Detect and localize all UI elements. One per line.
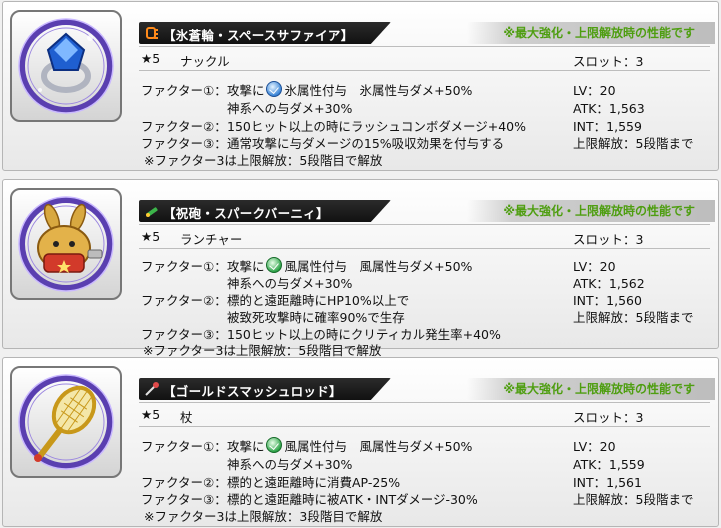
factor1-label: ファクター①：	[141, 259, 227, 274]
factor1-prefix: 攻撃に	[227, 439, 265, 454]
weapon-type: 杖	[180, 410, 193, 425]
knuckle-icon	[146, 27, 158, 39]
item-icon-frame	[10, 188, 122, 300]
factor1-text: 攻撃に 氷属性付与 氷属性与ダメ+50%	[227, 80, 472, 99]
divider	[139, 70, 710, 71]
stat-atk: ATK：1,563	[573, 101, 645, 116]
max-enhance-note: ※最大強化・上限解放時の性能です	[467, 378, 715, 400]
limit-break: 上限解放：5段階まで	[573, 310, 694, 325]
item-title-bar: 【氷蒼輪・スペースサファイア】	[139, 22, 391, 44]
rarity: ★5	[141, 229, 161, 244]
rarity: ★5	[141, 51, 161, 66]
factor1-line2: 神系への与ダメ+30%	[227, 457, 353, 472]
item-title-bar: 【ゴールドスマッシュロッド】	[139, 378, 391, 400]
item-title: 【氷蒼輪・スペースサファイア】	[163, 28, 354, 43]
wind-element-icon	[265, 437, 282, 453]
max-enhance-note: ※最大強化・上限解放時の性能です	[467, 200, 715, 222]
slot-count: スロット：3	[573, 232, 644, 247]
factor1-label: ファクター①：	[141, 83, 227, 98]
limit-break: 上限解放：5段階まで	[573, 136, 694, 151]
gold-racket-rod-icon	[18, 374, 114, 470]
stat-atk: ATK：1,559	[573, 457, 645, 472]
stat-lv: LV：20	[573, 439, 616, 454]
factor1-text: 攻撃に 風属性付与 風属性与ダメ+50%	[227, 436, 472, 455]
factor3-footnote: ※ファクター3は上限解放：5段階目で解放	[144, 153, 383, 168]
factor3-footnote: ※ファクター3は上限解放：3段階目で解放	[144, 509, 383, 524]
divider	[139, 402, 710, 403]
factor1-line2: 神系への与ダメ+30%	[227, 101, 353, 116]
factor1-effect: 風属性付与 風属性与ダメ+50%	[284, 439, 473, 454]
limit-break: 上限解放：5段階まで	[573, 492, 694, 507]
divider	[139, 426, 710, 427]
factor1-prefix: 攻撃に	[227, 83, 265, 98]
sapphire-ring-icon	[18, 18, 114, 114]
factor1-effect: 氷属性付与 氷属性与ダメ+50%	[284, 83, 473, 98]
weapon-type: ナックル	[180, 54, 230, 69]
item-title: 【祝砲・スパークバーニィ】	[163, 206, 329, 221]
factor1-effect: 風属性付与 風属性与ダメ+50%	[284, 259, 473, 274]
item-card-gold-smash-rod: 【ゴールドスマッシュロッド】 ※最大強化・上限解放時の性能です ★5 杖 スロッ…	[2, 357, 719, 527]
wind-element-icon	[265, 257, 282, 273]
item-icon-frame	[10, 366, 122, 478]
stat-lv: LV：20	[573, 83, 616, 98]
ice-element-icon	[265, 81, 282, 97]
rarity: ★5	[141, 407, 161, 422]
item-title-bar: 【祝砲・スパークバーニィ】	[139, 200, 391, 222]
factor1-prefix: 攻撃に	[227, 259, 265, 274]
item-title: 【ゴールドスマッシュロッド】	[163, 384, 342, 399]
launcher-icon	[146, 207, 158, 217]
weapon-type: ランチャー	[180, 232, 243, 247]
max-enhance-note: ※最大強化・上限解放時の性能です	[467, 22, 715, 44]
factor1-label: ファクター①：	[141, 439, 227, 454]
divider	[139, 248, 710, 249]
divider	[139, 46, 710, 47]
factor2-label: ファクター②：	[141, 293, 227, 308]
item-card-space-sapphire: 【氷蒼輪・スペースサファイア】 ※最大強化・上限解放時の性能です ★5 ナックル…	[2, 1, 719, 171]
spark-bunny-icon	[18, 196, 114, 292]
divider	[139, 224, 710, 225]
item-card-spark-bunny: 【祝砲・スパークバーニィ】 ※最大強化・上限解放時の性能です ★5 ランチャー …	[2, 179, 719, 349]
rod-icon	[145, 382, 159, 396]
slot-count: スロット：3	[573, 54, 644, 69]
item-icon-frame	[10, 10, 122, 122]
slot-count: スロット：3	[573, 410, 644, 425]
